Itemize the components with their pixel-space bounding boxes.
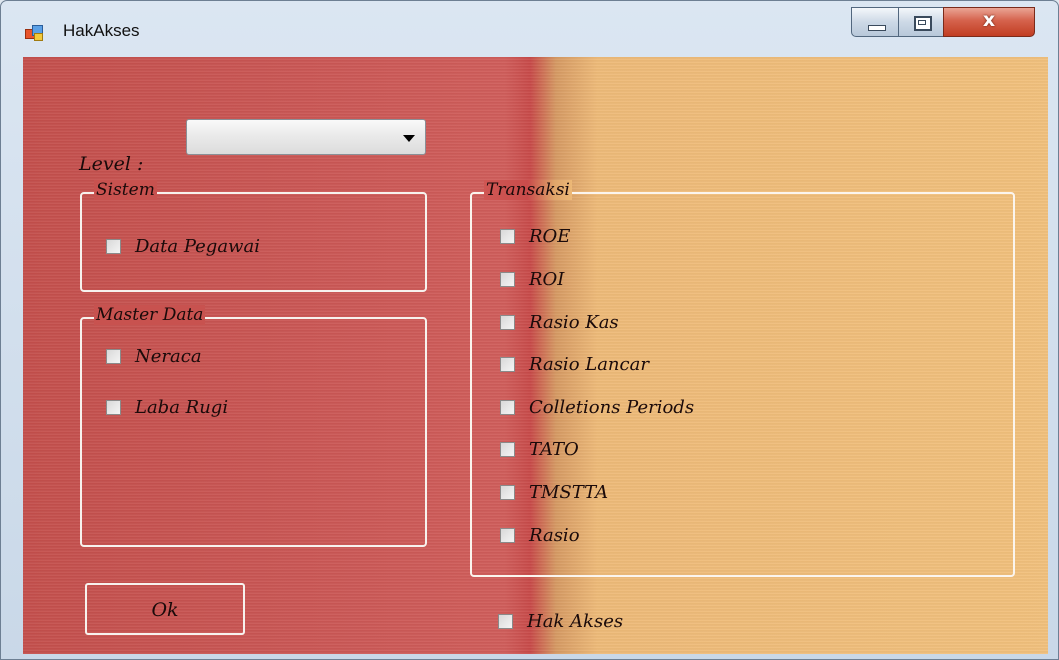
checkbox-colletions-periods[interactable]: Colletions Periods	[500, 397, 694, 418]
checkbox-box[interactable]	[106, 400, 121, 415]
checkbox-label: Colletions Periods	[529, 397, 695, 418]
checkbox-hak-akses[interactable]: Hak Akses	[498, 611, 623, 632]
checkbox-label: Neraca	[135, 346, 202, 367]
checkbox-rasio-lancar[interactable]: Rasio Lancar	[500, 354, 649, 375]
checkbox-label: ROE	[529, 226, 571, 247]
checkbox-neraca[interactable]: Neraca	[106, 346, 202, 367]
checkbox-box[interactable]	[106, 349, 121, 364]
app-icon	[25, 24, 43, 41]
level-combobox[interactable]	[186, 119, 426, 155]
window: HakAkses x Level : Sistem Data Pegawai M…	[0, 0, 1059, 660]
ok-button[interactable]: Ok	[85, 583, 245, 635]
checkbox-box[interactable]	[498, 614, 513, 629]
checkbox-box[interactable]	[500, 485, 515, 500]
sistem-group-title: Sistem	[94, 180, 157, 200]
master-data-groupbox: Master Data Neraca Laba Rugi	[80, 305, 427, 547]
checkbox-label: Laba Rugi	[135, 397, 229, 418]
checkbox-roi[interactable]: ROI	[500, 269, 564, 290]
minimize-icon	[868, 25, 886, 31]
checkbox-label: ROI	[529, 269, 565, 290]
checkbox-laba-rugi[interactable]: Laba Rugi	[106, 397, 228, 418]
maximize-icon	[914, 16, 932, 31]
transaksi-group-title: Transaksi	[484, 180, 572, 200]
checkbox-box[interactable]	[500, 357, 515, 372]
checkbox-rasio-kas[interactable]: Rasio Kas	[500, 312, 619, 333]
checkbox-label: Hak Akses	[527, 611, 624, 632]
checkbox-data-pegawai[interactable]: Data Pegawai	[106, 236, 260, 257]
checkbox-label: TATO	[529, 439, 579, 460]
checkbox-label: Rasio Kas	[529, 312, 619, 333]
checkbox-box[interactable]	[500, 528, 515, 543]
checkbox-box[interactable]	[500, 400, 515, 415]
title-bar[interactable]: HakAkses x	[1, 1, 1058, 57]
minimize-button[interactable]	[851, 7, 899, 37]
maximize-button[interactable]	[898, 7, 944, 37]
checkbox-rasio[interactable]: Rasio	[500, 525, 580, 546]
checkbox-label: TMSTTA	[529, 482, 609, 503]
checkbox-tato[interactable]: TATO	[500, 439, 579, 460]
ok-button-label: Ok	[151, 599, 179, 621]
master-data-group-title: Master Data	[94, 305, 206, 325]
form-client-area: Level : Sistem Data Pegawai Master Data …	[23, 57, 1048, 654]
checkbox-box[interactable]	[500, 229, 515, 244]
sistem-groupbox: Sistem Data Pegawai	[80, 180, 427, 292]
checkbox-box[interactable]	[500, 442, 515, 457]
close-icon: x	[982, 9, 996, 31]
checkbox-roe[interactable]: ROE	[500, 226, 570, 247]
window-title: HakAkses	[63, 21, 140, 40]
checkbox-tmstta[interactable]: TMSTTA	[500, 482, 608, 503]
checkbox-box[interactable]	[106, 239, 121, 254]
checkbox-label: Rasio	[529, 525, 580, 546]
checkbox-box[interactable]	[500, 272, 515, 287]
checkbox-label: Rasio Lancar	[529, 354, 649, 375]
dropdown-arrow-icon	[403, 135, 415, 142]
transaksi-groupbox: Transaksi ROE ROI Rasio Kas Rasio Lancar…	[470, 180, 1015, 577]
level-label: Level :	[79, 153, 144, 175]
close-button[interactable]: x	[943, 7, 1035, 37]
checkbox-box[interactable]	[500, 315, 515, 330]
checkbox-label: Data Pegawai	[135, 236, 260, 257]
